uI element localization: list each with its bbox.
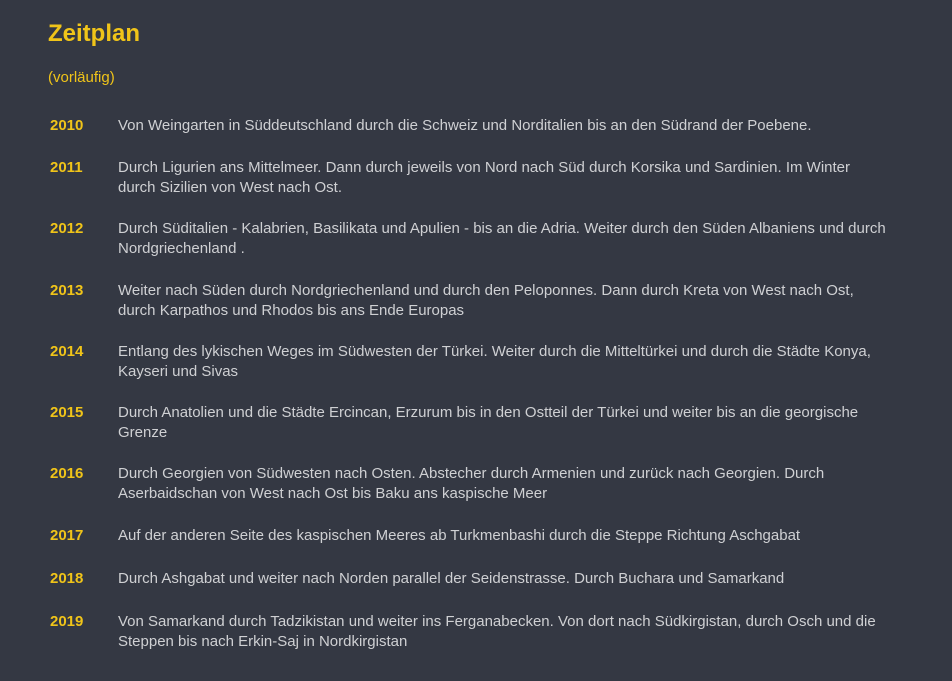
schedule-year: 2015 bbox=[50, 404, 84, 421]
page-subtitle: (vorläufig) bbox=[48, 69, 115, 86]
schedule-row: 2018 Durch Ashgabat und weiter nach Nord… bbox=[50, 569, 910, 589]
schedule-row: 2010 Von Weingarten in Süddeutschland du… bbox=[50, 116, 910, 136]
schedule-list: 2010 Von Weingarten in Süddeutschland du… bbox=[50, 116, 910, 652]
schedule-year: 2014 bbox=[50, 343, 84, 360]
schedule-row: 2016 Durch Georgien von Südwesten nach O… bbox=[50, 464, 910, 504]
schedule-row: 2017 Auf der anderen Seite des kaspische… bbox=[50, 526, 910, 546]
schedule-row: 2015 Durch Anatolien und die Städte Erci… bbox=[50, 403, 910, 443]
schedule-description: Von Samarkand durch Tadzikistan und weit… bbox=[118, 613, 876, 650]
schedule-description: Durch Ashgabat und weiter nach Norden pa… bbox=[118, 570, 785, 587]
schedule-row: 2012 Durch Süditalien - Kalabrien, Basil… bbox=[50, 219, 910, 259]
schedule-year: 2011 bbox=[50, 159, 83, 176]
schedule-description: Entlang des lykischen Weges im Südwesten… bbox=[118, 343, 871, 380]
schedule-year: 2017 bbox=[50, 527, 84, 544]
schedule-row: 2013 Weiter nach Süden durch Nordgrieche… bbox=[50, 281, 910, 321]
schedule-year: 2018 bbox=[50, 570, 84, 587]
schedule-description: Auf der anderen Seite des kaspischen Mee… bbox=[118, 527, 801, 544]
schedule-year: 2012 bbox=[50, 220, 84, 237]
schedule-description: Weiter nach Süden durch Nordgriechenland… bbox=[118, 282, 854, 319]
page-title: Zeitplan bbox=[48, 20, 141, 47]
schedule-description: Durch Süditalien - Kalabrien, Basilikata… bbox=[118, 220, 886, 257]
schedule-description: Durch Ligurien ans Mittelmeer. Dann durc… bbox=[118, 159, 851, 196]
schedule-year: 2019 bbox=[50, 613, 84, 630]
schedule-year: 2016 bbox=[50, 465, 84, 482]
schedule-year: 2010 bbox=[50, 117, 84, 134]
schedule-description: Durch Georgien von Südwesten nach Osten.… bbox=[118, 465, 825, 502]
schedule-row: 2014 Entlang des lykischen Weges im Südw… bbox=[50, 342, 910, 382]
schedule-description: Von Weingarten in Süddeutschland durch d… bbox=[118, 117, 812, 134]
schedule-row: 2019 Von Samarkand durch Tadzikistan und… bbox=[50, 612, 910, 652]
schedule-year: 2013 bbox=[50, 282, 84, 299]
schedule-row: 2011 Durch Ligurien ans Mittelmeer. Dann… bbox=[50, 158, 910, 198]
schedule-description: Durch Anatolien und die Städte Ercincan,… bbox=[118, 404, 859, 441]
